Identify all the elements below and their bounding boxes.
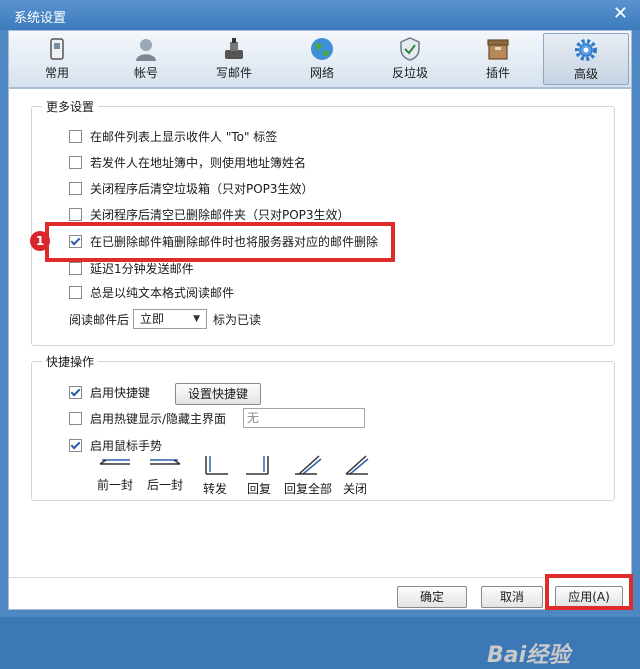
arrow-right-icon	[150, 459, 181, 465]
option-use-address-book-name[interactable]: 若发件人在地址簿中，则使用地址簿姓名	[69, 154, 306, 172]
checkbox[interactable]	[69, 208, 82, 221]
tab-general-label: 常用	[44, 66, 69, 80]
gesture-label: 转发	[202, 482, 227, 496]
apply-highlight-box	[545, 574, 633, 610]
tab-network-label: 网络	[309, 66, 334, 80]
gesture-reply-all: 回复全部	[281, 454, 335, 497]
more-settings-title: 更多设置	[42, 98, 99, 115]
gesture-forward: 转发	[195, 454, 235, 497]
tab-plugins[interactable]: 插件	[455, 33, 541, 85]
tab-compose[interactable]: 写邮件	[191, 33, 277, 85]
checkbox[interactable]	[69, 182, 82, 195]
checkbox[interactable]	[69, 262, 82, 275]
title-bar[interactable]: 系统设置 ✕	[0, 0, 640, 30]
option-empty-trash[interactable]: 关闭程序后清空垃圾箱（只对POP3生效）	[69, 180, 314, 198]
box-icon	[487, 39, 509, 60]
cancel-button[interactable]: 取消	[481, 586, 543, 608]
watermark: Bai经验	[487, 643, 571, 668]
option-plain-text[interactable]: 总是以纯文本格式阅读邮件	[69, 284, 234, 302]
option-label: 关闭程序后清空垃圾箱（只对POP3生效）	[90, 182, 314, 196]
read-mail-select[interactable]: 立即 ▼	[133, 309, 207, 329]
settings-tabs: 常用 帐号 写邮件 网络 反垃圾 插件 高级	[8, 30, 632, 88]
gesture-label: 关闭	[342, 482, 367, 496]
shortcuts-title: 快捷操作	[42, 353, 99, 370]
tab-plugins-label: 插件	[485, 66, 510, 80]
option-label: 启用热键显示/隐藏主界面	[90, 412, 227, 426]
gesture-label: 回复	[246, 482, 271, 496]
option-label: 在邮件列表上显示收件人 "To" 标签	[90, 130, 278, 144]
settings-content: 更多设置 在邮件列表上显示收件人 "To" 标签 若发件人在地址簿中，则使用地址…	[8, 88, 633, 668]
option-enable-gestures[interactable]: 启用鼠标手势	[69, 437, 162, 455]
gesture-previous: 前一封	[93, 454, 137, 493]
tab-advanced-label: 高级	[573, 67, 598, 81]
down-left-icon	[246, 456, 269, 475]
checkbox[interactable]	[69, 156, 82, 169]
checkbox-checked[interactable]	[69, 386, 82, 399]
option-label: 延迟1分钟发送邮件	[90, 262, 194, 276]
hotkey-input[interactable]: 无	[243, 408, 365, 428]
globe-icon	[311, 38, 333, 60]
diagonal-down-left-icon	[295, 455, 322, 475]
option-label: 总是以纯文本格式阅读邮件	[90, 286, 235, 300]
gesture-next: 后一封	[143, 454, 187, 493]
read-mail-value: 立即	[140, 312, 165, 326]
option-label: 关闭程序后清空已删除邮件夹（只对POP3生效）	[90, 208, 350, 222]
window-title: 系统设置	[14, 11, 67, 26]
gesture-close: 关闭	[337, 454, 373, 497]
phone-icon	[50, 38, 64, 60]
checkbox[interactable]	[69, 286, 82, 299]
highlight-box	[45, 222, 395, 262]
set-hotkeys-button[interactable]: 设置快捷键	[175, 383, 261, 405]
read-mail-prefix: 阅读邮件后	[69, 313, 130, 327]
settings-window: 系统设置 ✕ 常用 帐号 写邮件 网络 反垃圾 插件 高级 更多设置 在邮件列表…	[0, 0, 640, 668]
gesture-label: 回复全部	[283, 482, 332, 496]
option-label: 启用快捷键	[90, 386, 151, 400]
tab-account-label: 帐号	[133, 66, 158, 80]
tab-account[interactable]: 帐号	[103, 33, 189, 85]
shield-icon	[400, 37, 420, 61]
tab-advanced[interactable]: 高级	[543, 33, 629, 85]
ink-icon	[225, 38, 243, 59]
option-enable-hotkeys[interactable]: 启用快捷键	[69, 384, 150, 402]
diagonal-close-icon	[345, 455, 369, 475]
ok-button[interactable]: 确定	[397, 586, 467, 608]
checkbox[interactable]	[69, 412, 82, 425]
gesture-reply: 回复	[239, 454, 279, 497]
option-label: 若发件人在地址簿中，则使用地址簿姓名	[90, 156, 307, 170]
gear-icon	[575, 39, 597, 61]
step-badge: 1	[30, 231, 50, 251]
gesture-label: 后一封	[146, 478, 183, 492]
tab-antispam[interactable]: 反垃圾	[367, 33, 453, 85]
tab-compose-label: 写邮件	[215, 66, 252, 80]
arrow-left-icon	[99, 459, 130, 465]
footer-divider	[9, 577, 631, 578]
option-delay-send[interactable]: 延迟1分钟发送邮件	[69, 260, 194, 278]
checkbox-checked[interactable]	[69, 439, 82, 452]
option-hotkey-toggle-main[interactable]: 启用热键显示/隐藏主界面	[69, 410, 226, 428]
option-label: 启用鼠标手势	[90, 439, 163, 453]
gesture-label: 前一封	[96, 478, 133, 492]
option-show-to-label[interactable]: 在邮件列表上显示收件人 "To" 标签	[69, 128, 277, 146]
tab-network[interactable]: 网络	[279, 33, 365, 85]
user-icon	[136, 39, 156, 61]
chevron-down-icon: ▼	[193, 314, 200, 324]
checkbox[interactable]	[69, 130, 82, 143]
tab-general[interactable]: 常用	[14, 33, 100, 85]
tab-antispam-label: 反垃圾	[391, 66, 428, 80]
down-right-icon	[205, 456, 228, 475]
close-icon[interactable]: ✕	[613, 4, 628, 24]
read-mail-suffix: 标为已读	[213, 313, 262, 327]
